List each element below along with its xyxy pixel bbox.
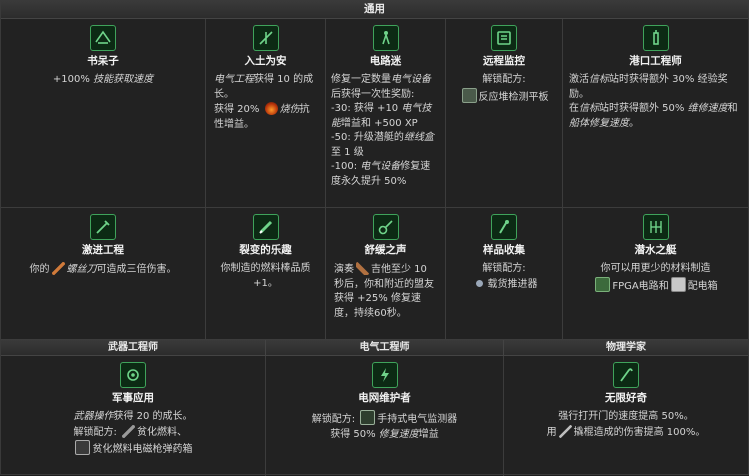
class-header-physicist: 物理学家 [504,340,748,355]
talent-military-application[interactable]: 军事应用 武器操作获得 20 的成长。 解锁配方: 贫化燃料、 贫化燃料电磁枪弹… [1,356,266,476]
reactor-tablet-icon [461,87,477,103]
talent-title: 书呆子 [87,55,119,67]
junction-box-icon [670,276,686,292]
talent-circuit-fan[interactable]: 电路迷 修复一定数量电气设备 后获得一次性奖励: -30: 获得 +10 电气技… [326,19,446,207]
talent-desc: +100% 技能获取速度 [52,74,154,85]
class-header-weapons: 武器工程师 [1,340,266,355]
talent-desc: 你制造的燃料棒品质 +1。 [220,263,311,289]
talent-desc: 激活信标站时获得额外 30% 经验奖励。 在信标站时获得额外 50% 维修速度和… [569,74,738,129]
fpga-icon [595,276,611,292]
burn-icon [264,102,278,115]
talent-row-1: 书呆子 +100% 技能获取速度 入土为安 电气工程获得 10 的成长。 获得 … [1,19,748,208]
circuit-icon [372,25,399,51]
fuel-rod-icon [252,214,279,240]
talent-desc: 你的 螺丝刀可造成三倍伤害。 [29,262,177,275]
electrical-monitor-icon [360,410,376,425]
talent-desc: 演奏 吉他至少 10 秒后，你和附近的盟友获得 +25% 修复速度，持续60秒。 [334,262,434,319]
talent-port-engineer[interactable]: 港口工程师 激活信标站时获得额外 30% 经验奖励。 在信标站时获得额外 50%… [563,19,748,207]
depleted-fuel-icon [122,424,136,438]
tablet-icon [491,25,517,51]
crowbar-item-icon [558,424,572,438]
talent-title: 潜水之艇 [634,244,677,256]
screwdriver-item-icon [51,262,65,275]
talent-radical-engineering[interactable]: 激进工程 你的 螺丝刀可造成三倍伤害。 [1,208,206,339]
talent-title: 舒缓之声 [364,244,407,256]
talent-desc: 你可以用更少的材料制造 FPGA电路和 配电箱 [585,262,725,294]
talent-soothing-sound[interactable]: 舒缓之声 演奏 吉他至少 10 秒后，你和附近的盟友获得 +25% 修复速度，持续… [326,208,446,339]
talent-desc: 解锁配方: 手持式电气监测器 获得 50% 修复速度增益 [304,410,466,442]
talent-fission-fun[interactable]: 裂变的乐趣 你制造的燃料棒品质 +1。 [206,208,326,339]
talent-desc: 强行打开门的速度提高 50%。 用撬棍造成的伤害提高 100%。 [546,411,706,438]
section-header-general: 通用 [1,1,748,19]
guitar-icon [372,214,399,240]
grave-icon [252,25,279,51]
talent-desc: 电气工程获得 10 的成长。 获得 20% 烧伤抗性增益。 [214,74,314,130]
talent-remote-monitoring[interactable]: 远程监控 解锁配方: 反应堆检测平板 [446,19,563,207]
talent-row-3: 军事应用 武器操作获得 20 的成长。 解锁配方: 贫化燃料、 贫化燃料电磁枪弹… [1,356,748,476]
talent-grid-maintainer[interactable]: 电网维护者 解锁配方: 手持式电气监测器 获得 50% 修复速度增益 [266,356,504,476]
talent-infinite-curiosity[interactable]: 无限好奇 强行打开门的速度提高 50%。 用撬棍造成的伤害提高 100%。 [504,356,748,476]
talent-row-2: 激进工程 你的 螺丝刀可造成三倍伤害。 裂变的乐趣 你制造的燃料棒品质 +1。 舒… [1,208,748,340]
talent-title: 远程监控 [483,55,525,67]
class-headers: 武器工程师 电气工程师 物理学家 [1,340,748,356]
sample-icon [491,214,517,240]
talent-title: 样品收集 [483,244,525,256]
talent-table: 通用 书呆子 +100% 技能获取速度 入土为安 电气工程获得 10 的成长。 … [0,0,749,476]
talent-sample-collection[interactable]: 样品收集 解锁配方: 载货推进器 [446,208,563,339]
talent-title: 激进工程 [82,244,124,256]
guitar-item-icon [356,262,369,275]
cargo-thruster-icon [472,276,486,290]
talent-title: 军事应用 [112,392,154,404]
military-gear-icon [120,362,146,388]
talent-desc: 武器操作获得 20 的成长。 解锁配方: 贫化燃料、 贫化燃料电磁枪弹药箱 [73,411,193,455]
book-icon [90,25,116,51]
talent-nerd[interactable]: 书呆子 +100% 技能获取速度 [1,19,206,207]
screwdriver-icon [90,214,116,240]
talent-title: 无限好奇 [605,392,647,404]
talent-title: 裂变的乐趣 [239,244,292,256]
talent-desc: 修复一定数量电气设备 后获得一次性奖励: -30: 获得 +10 电气技能增益和… [331,74,434,187]
talent-title: 入土为安 [244,55,287,67]
talent-title: 港口工程师 [629,55,682,67]
submarine-icon [642,214,669,240]
ammo-box-icon [75,440,91,455]
talent-title: 电网维护者 [358,392,411,404]
talent-title: 电路迷 [369,55,402,67]
talent-desc: 解锁配方: 载货推进器 [463,262,546,292]
class-header-electrical: 电气工程师 [266,340,504,355]
talent-desc: 解锁配方: 反应堆检测平板 [452,73,557,105]
talent-rest-in-peace[interactable]: 入土为安 电气工程获得 10 的成长。 获得 20% 烧伤抗性增益。 [206,19,326,207]
beacon-icon [642,25,669,51]
lightning-icon [371,362,398,388]
talent-submarine[interactable]: 潜水之艇 你可以用更少的材料制造 FPGA电路和 配电箱 [563,208,748,339]
crowbar-icon [613,362,639,388]
